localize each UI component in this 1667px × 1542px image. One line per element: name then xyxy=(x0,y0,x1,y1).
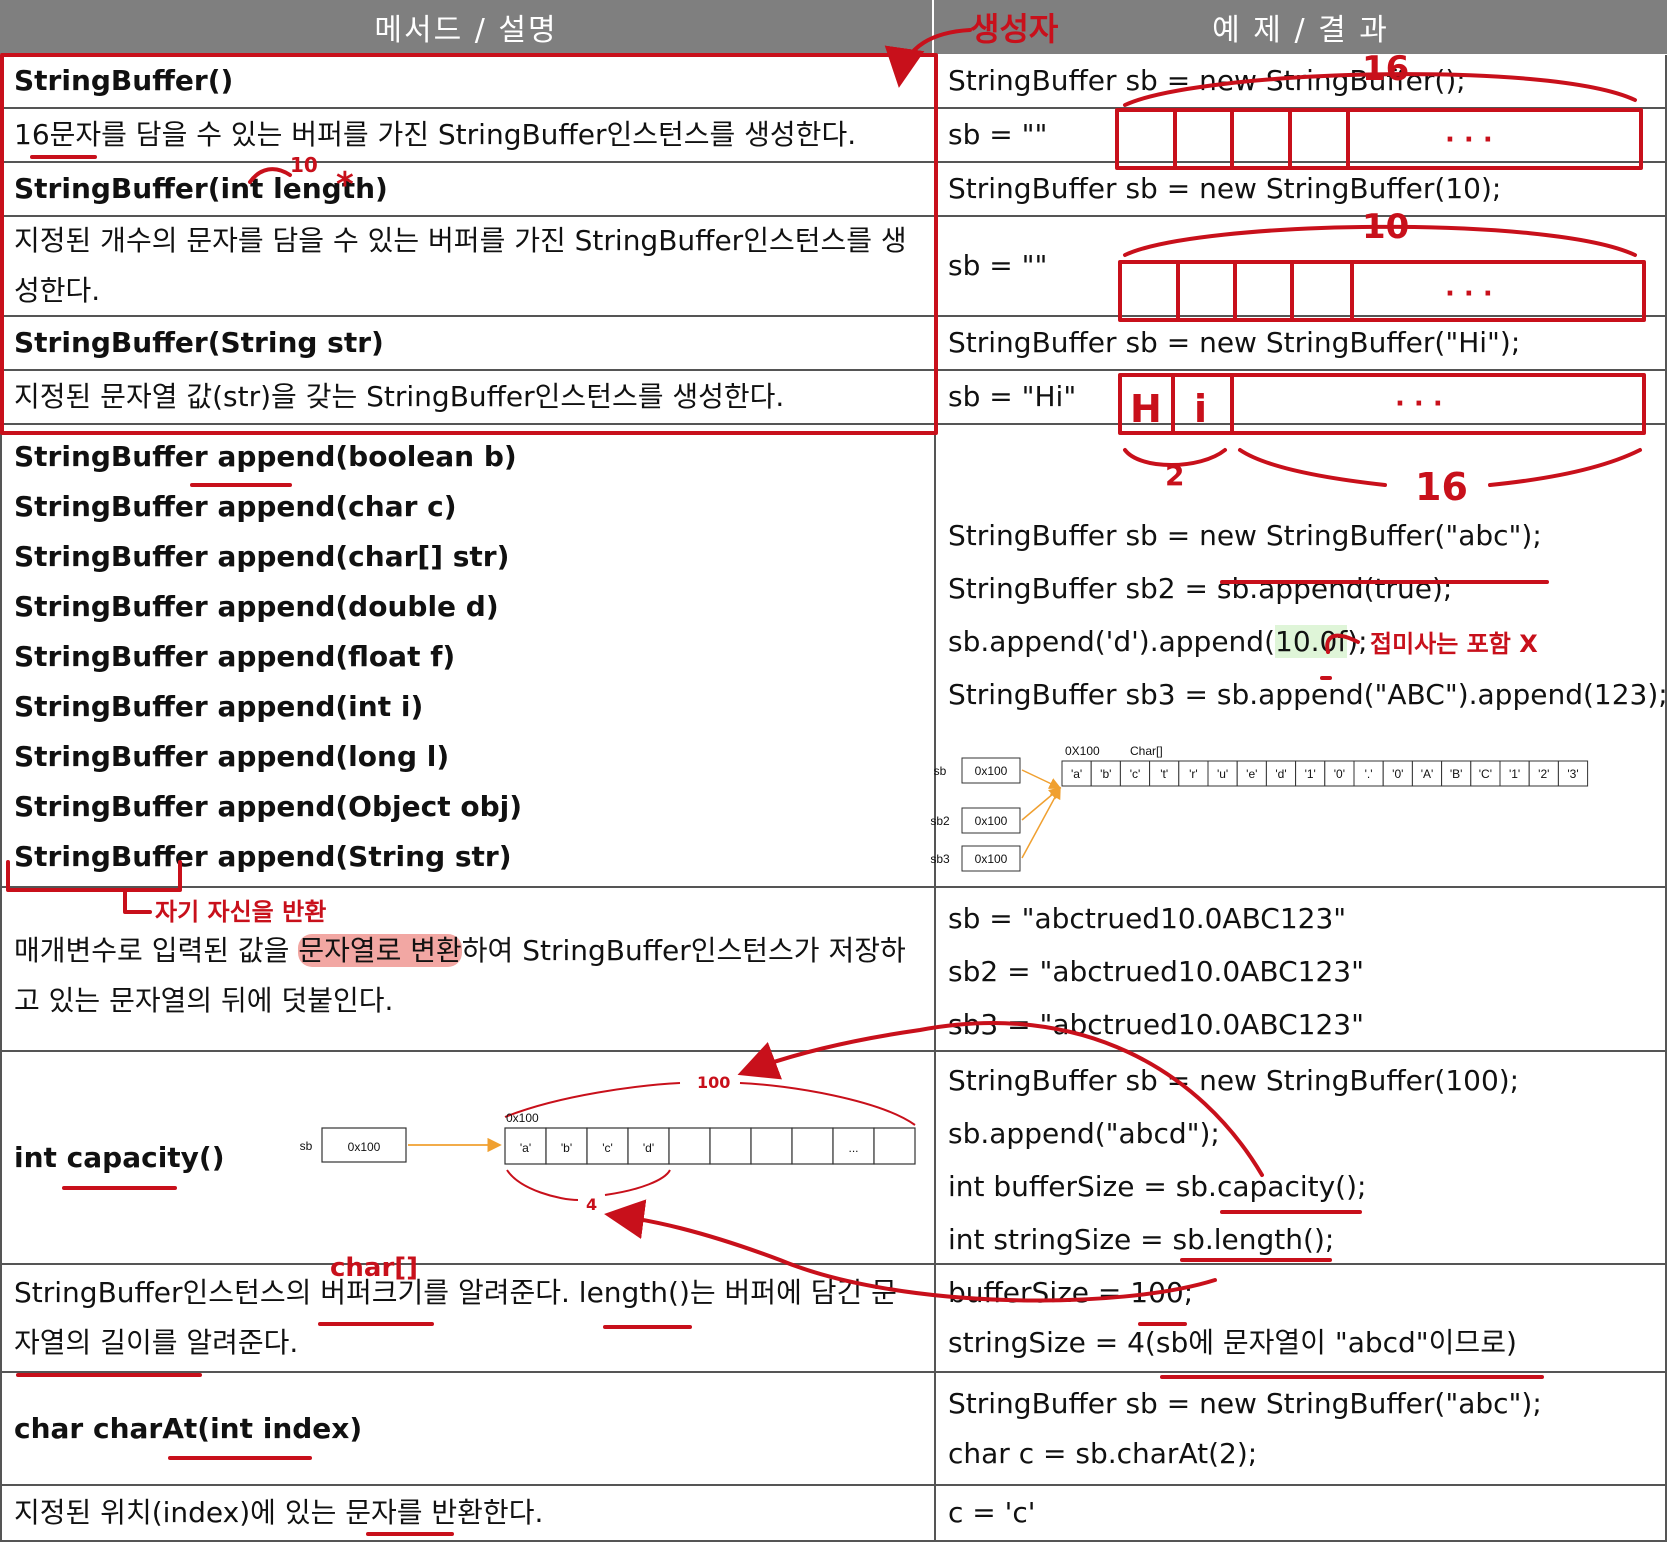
append-signature: StringBuffer append(String str) xyxy=(14,840,512,873)
example-result: sb = "" xyxy=(948,118,1048,151)
append-desc-pre: 매개변수로 입력된 값을 xyxy=(14,934,290,967)
header-left: 메서드 / 설명 xyxy=(0,0,932,54)
header-right: 예 제 / 결 과 xyxy=(934,0,1667,54)
row-ctor-string: StringBuffer(String str) StringBuffer sb… xyxy=(0,317,1667,371)
append-signature: StringBuffer append(float f) xyxy=(14,640,456,673)
row-capacity-desc: StringBuffer인스턴스의 버퍼크기를 알려준다. length()는 … xyxy=(0,1265,1667,1373)
example-code: char c = sb.charAt(2); xyxy=(948,1436,1258,1470)
row-ctor-string-desc: 지정된 문자열 값(str)을 갖는 StringBuffer인스턴스를 생성한… xyxy=(0,371,1667,425)
example-result: bufferSize = 100; xyxy=(948,1276,1194,1309)
method-signature: StringBuffer(int length) xyxy=(14,172,388,205)
row-capacity: int capacity() StringBuffer sb = new Str… xyxy=(0,1052,1667,1265)
row-append: StringBuffer append(boolean b) StringBuf… xyxy=(0,425,1667,888)
example-code: sb.append("abcd"); xyxy=(948,1117,1220,1150)
row-append-desc: 매개변수로 입력된 값을 문자열로 변환하여 StringBuffer인스턴스가… xyxy=(0,888,1667,1052)
append-signature: StringBuffer append(char[] str) xyxy=(14,540,510,573)
example-result: sb2 = "abctrued10.0ABC123" xyxy=(948,955,1364,988)
method-description: 지정된 문자열 값(str)을 갖는 StringBuffer인스턴스를 생성한… xyxy=(14,380,785,413)
stringbuffer-reference-sheet: 메서드 / 설명 예 제 / 결 과 StringBuffer() String… xyxy=(0,0,1667,1542)
method-description: 매개변수로 입력된 값을 문자열로 변환하여 StringBuffer인스턴스가… xyxy=(14,926,919,1026)
method-description: StringBuffer인스턴스의 버퍼크기를 알려준다. length()는 … xyxy=(14,1276,897,1359)
example-result: stringSize = 4(sb에 문자열이 "abcd"이므로) xyxy=(948,1326,1517,1359)
row-ctor-default: StringBuffer() StringBuffer sb = new Str… xyxy=(0,55,1667,109)
example-result: sb = "abctrued10.0ABC123" xyxy=(948,902,1347,935)
example-result: sb3 = "abctrued10.0ABC123" xyxy=(948,1008,1364,1041)
example-code: int stringSize = sb.length(); xyxy=(948,1223,1335,1256)
example-code: StringBuffer sb = new StringBuffer(10); xyxy=(948,172,1502,205)
example-result: sb = "" xyxy=(948,249,1048,282)
append-signature: StringBuffer append(char c) xyxy=(14,490,457,523)
method-signature: StringBuffer(String str) xyxy=(14,326,384,359)
append-signature: StringBuffer append(double d) xyxy=(14,590,499,623)
method-description: 지정된 개수의 문자를 담을 수 있는 버퍼를 가진 StringBuffer인… xyxy=(14,224,907,307)
method-signature: StringBuffer() xyxy=(14,64,234,97)
example-result: c = 'c' xyxy=(948,1496,1036,1529)
example-result: sb = "Hi" xyxy=(948,380,1077,413)
method-description: 지정된 위치(index)에 있는 문자를 반환한다. xyxy=(14,1496,544,1529)
append-desc-highlight: 문자열로 변환 xyxy=(298,934,462,967)
example-code: StringBuffer sb = new StringBuffer(100); xyxy=(948,1064,1520,1097)
example-code: sb.append('d').append(10.0f); xyxy=(948,625,1368,658)
float-literal: 10.0f xyxy=(1275,625,1348,658)
row-ctor-length-desc: 지정된 개수의 문자를 담을 수 있는 버퍼를 가진 StringBuffer인… xyxy=(0,217,1667,317)
example-code: StringBuffer sb = new StringBuffer("abc"… xyxy=(948,519,1542,552)
append-signature: StringBuffer append(boolean b) xyxy=(14,440,517,473)
example-code: StringBuffer sb = new StringBuffer("Hi")… xyxy=(948,326,1521,359)
append-signature: StringBuffer append(Object obj) xyxy=(14,790,523,823)
method-signature: char charAt(int index) xyxy=(14,1411,363,1445)
append-signature: StringBuffer append(int i) xyxy=(14,690,424,723)
example-code: StringBuffer sb3 = sb.append("ABC").appe… xyxy=(948,678,1667,711)
example-code: StringBuffer sb2 = sb.append(true); xyxy=(948,572,1453,605)
row-charat-desc: 지정된 위치(index)에 있는 문자를 반환한다. c = 'c' xyxy=(0,1486,1667,1542)
row-charat: char charAt(int index) StringBuffer sb =… xyxy=(0,1373,1667,1486)
row-ctor-default-desc: 16문자를 담을 수 있는 버퍼를 가진 StringBuffer인스턴스를 생… xyxy=(0,109,1667,163)
example-code: int bufferSize = sb.capacity(); xyxy=(948,1170,1367,1203)
method-description: 16문자를 담을 수 있는 버퍼를 가진 StringBuffer인스턴스를 생… xyxy=(14,118,857,151)
row-ctor-length: StringBuffer(int length) StringBuffer sb… xyxy=(0,163,1667,217)
example-code: StringBuffer sb = new StringBuffer("abc"… xyxy=(948,1386,1542,1420)
append-signature: StringBuffer append(long l) xyxy=(14,740,450,773)
example-code: StringBuffer sb = new StringBuffer(); xyxy=(948,64,1466,97)
method-signature: int capacity() xyxy=(14,1140,225,1174)
